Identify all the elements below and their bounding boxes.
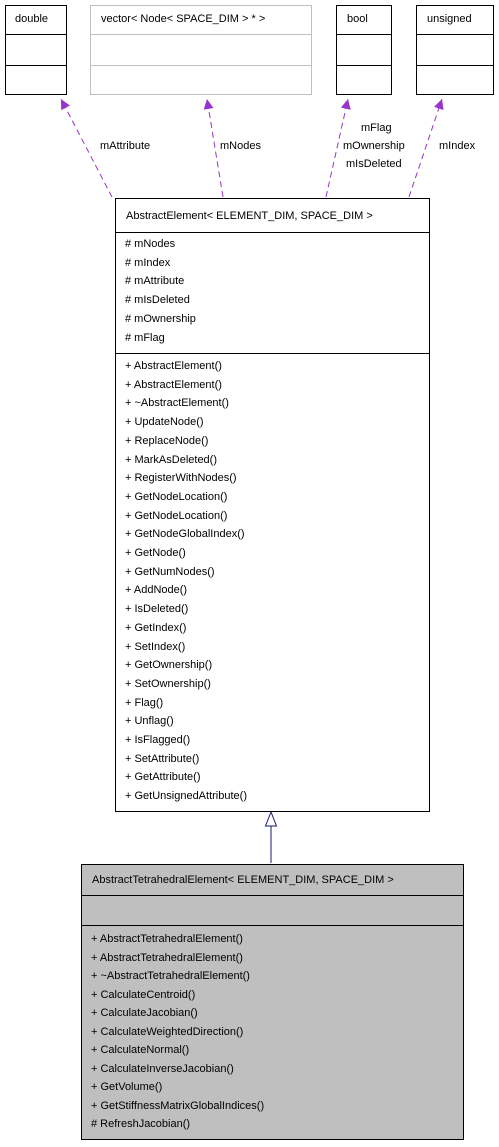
attributes-section: # mNodes # mIndex # mAttribute # mIsDele… bbox=[116, 232, 429, 353]
method-item: + GetIndex() bbox=[125, 621, 187, 634]
method-item: + UpdateNode() bbox=[125, 416, 204, 429]
method-item: + GetVolume() bbox=[91, 1081, 163, 1093]
method-item: + SetAttribute() bbox=[125, 752, 200, 765]
attribute-item: # mFlag bbox=[125, 331, 165, 344]
method-item: + ~AbstractElement() bbox=[125, 397, 229, 410]
method-item: + CalculateWeightedDirection() bbox=[91, 1025, 244, 1038]
class-name: bool bbox=[347, 13, 368, 25]
methods-section bbox=[417, 65, 493, 94]
method-item: + GetNodeLocation() bbox=[125, 490, 228, 503]
method-item: + SetOwnership() bbox=[125, 677, 211, 690]
edge-label-nodes: mNodes bbox=[220, 140, 261, 152]
method-item: + MarkAsDeleted() bbox=[125, 453, 218, 466]
methods-section bbox=[91, 65, 311, 94]
method-item: + GetUnsignedAttribute() bbox=[125, 790, 247, 803]
class-box-abstract-tetrahedral-element: AbstractTetrahedralElement< ELEMENT_DIM,… bbox=[81, 864, 464, 1140]
class-box-double: double bbox=[5, 5, 67, 95]
attributes-section bbox=[6, 34, 66, 65]
method-item: + GetNodeLocation() bbox=[125, 509, 228, 522]
method-item: + AbstractTetrahedralElement() bbox=[91, 933, 243, 945]
class-box-unsigned: unsigned bbox=[416, 5, 494, 95]
method-item: + Flag() bbox=[125, 696, 164, 709]
method-item: + GetNodeGlobalIndex() bbox=[125, 528, 245, 541]
method-item: + IsFlagged() bbox=[125, 734, 191, 747]
method-item: + CalculateNormal() bbox=[91, 1044, 190, 1056]
edge-index bbox=[408, 98, 444, 198]
methods-section: + AbstractTetrahedralElement() + Abstrac… bbox=[82, 925, 463, 1134]
class-box-bool: bool bbox=[336, 5, 392, 95]
attribute-item: # mNodes bbox=[125, 238, 176, 250]
method-item: + ~AbstractTetrahedralElement() bbox=[91, 970, 250, 982]
edge-label-is-deleted: mIsDeleted bbox=[346, 158, 402, 170]
edge-label-index: mIndex bbox=[439, 140, 476, 152]
attribute-item: # mAttribute bbox=[125, 275, 185, 288]
method-item: + AbstractElement() bbox=[125, 378, 222, 391]
class-name: AbstractTetrahedralElement< ELEMENT_DIM,… bbox=[92, 874, 394, 886]
method-item: + AbstractElement() bbox=[125, 360, 222, 372]
method-item: + IsDeleted() bbox=[125, 603, 189, 616]
edge-label-flag: mFlag bbox=[361, 122, 392, 134]
method-item: # RefreshJacobian() bbox=[91, 1118, 191, 1130]
inheritance-arrowhead bbox=[264, 810, 278, 827]
class-name: double bbox=[15, 13, 49, 25]
method-item: + AbstractTetrahedralElement() bbox=[91, 951, 243, 964]
method-item: + GetStiffnessMatrixGlobalIndices() bbox=[91, 1099, 265, 1112]
attribute-item: # mIsDeleted bbox=[125, 294, 190, 307]
method-item: + RegisterWithNodes() bbox=[125, 472, 237, 485]
class-box-abstract-element: AbstractElement< ELEMENT_DIM, SPACE_DIM … bbox=[115, 198, 430, 812]
attribute-item: # mOwnership bbox=[125, 312, 196, 325]
methods-section bbox=[337, 65, 391, 94]
attributes-section bbox=[82, 895, 463, 925]
method-item: + GetOwnership() bbox=[125, 659, 213, 672]
attribute-item: # mIndex bbox=[125, 256, 171, 269]
methods-section: + AbstractElement() + AbstractElement() … bbox=[116, 353, 429, 806]
method-item: + ReplaceNode() bbox=[125, 434, 209, 447]
edge-label-attribute: mAttribute bbox=[100, 140, 151, 152]
method-item: + SetIndex() bbox=[125, 640, 186, 653]
attributes-section bbox=[337, 34, 391, 65]
method-item: + CalculateCentroid() bbox=[91, 988, 196, 1001]
attributes-section bbox=[417, 34, 493, 65]
methods-section bbox=[6, 65, 66, 94]
edge-label-ownership: mOwnership bbox=[343, 140, 405, 152]
class-name: unsigned bbox=[427, 13, 472, 25]
class-box-vector: vector< Node< SPACE_DIM > * > bbox=[90, 5, 312, 95]
method-item: + GetAttribute() bbox=[125, 771, 201, 784]
method-item: + Unflag() bbox=[125, 715, 174, 728]
method-item: + AddNode() bbox=[125, 584, 188, 597]
attributes-section bbox=[91, 34, 311, 65]
class-name: vector< Node< SPACE_DIM > * > bbox=[101, 13, 266, 25]
method-item: + CalculateJacobian() bbox=[91, 1007, 198, 1019]
method-item: + GetNumNodes() bbox=[125, 565, 215, 578]
class-name: AbstractElement< ELEMENT_DIM, SPACE_DIM … bbox=[126, 210, 373, 222]
method-item: + CalculateInverseJacobian() bbox=[91, 1062, 234, 1075]
method-item: + GetNode() bbox=[125, 547, 186, 560]
